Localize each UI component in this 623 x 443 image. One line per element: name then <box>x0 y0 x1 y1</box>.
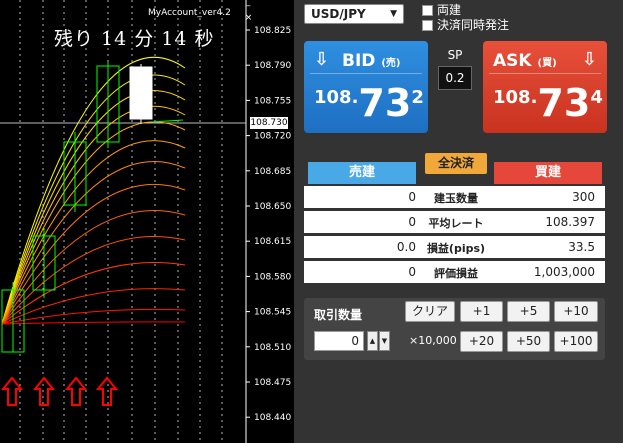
add-20-button[interactable]: +20 <box>460 331 503 352</box>
sell-value: 0 <box>408 265 416 279</box>
add-100-button[interactable]: +100 <box>554 331 598 352</box>
add-50-button[interactable]: +50 <box>507 331 550 352</box>
ma-line <box>1 262 186 325</box>
up-arrow-icon <box>0 376 24 406</box>
simultaneous-order-checkbox[interactable]: 決済同時発注 <box>422 16 509 33</box>
trade-panel: USD/JPY ▼ 両建 決済同時発注 ⇩ BID (売) 108.732 SP… <box>294 0 623 443</box>
buy-value: 1,003,000 <box>533 265 595 279</box>
up-arrow-icon <box>95 376 119 406</box>
buy-value: 300 <box>572 190 595 204</box>
ask-button[interactable]: ASK (買) ⇩ 108.734 <box>483 41 607 133</box>
y-tick-label: 108.755 <box>254 96 291 106</box>
up-arrow-icon <box>64 376 88 406</box>
position-row: 0 評価損益 1,003,000 <box>304 261 605 283</box>
chart-canvas: 108.825 108.790 108.755 108.720 108.685 108.6… <box>0 0 291 443</box>
bid-price: 108.732 <box>314 81 424 125</box>
ma-line <box>1 321 186 325</box>
clear-button[interactable]: クリア <box>405 301 455 322</box>
arrow-down-icon: ⇩ <box>581 49 597 70</box>
ask-price: 108.734 <box>493 81 603 125</box>
close-all-button[interactable]: 全決済 <box>425 153 487 174</box>
sell-value: 0 <box>408 215 416 229</box>
y-tick-label: 108.615 <box>254 237 291 247</box>
ma-line <box>1 140 186 325</box>
current-price-tag: 108.730 <box>250 117 288 129</box>
close-icon[interactable]: × <box>244 14 253 23</box>
position-row: 0 建玉数量 300 <box>304 186 605 208</box>
quantity-label: 取引数量 <box>314 308 363 322</box>
spread-value: 0.2 <box>438 66 472 90</box>
currency-pair-select[interactable]: USD/JPY ▼ <box>304 4 404 24</box>
y-tick-label: 108.510 <box>254 343 291 353</box>
currency-pair-value: USD/JPY <box>311 7 366 21</box>
price-chart: 108.825 108.790 108.755 108.720 108.685 108.6… <box>0 0 294 443</box>
remaining-time: 残り 14 分 14 秒 <box>54 28 215 50</box>
sell-position-tab[interactable]: 売建 <box>308 162 416 184</box>
chevron-down-icon: ▼ <box>390 9 397 19</box>
bid-header: ⇩ BID (売) <box>310 47 422 74</box>
simultaneous-order-label: 決済同時発注 <box>437 18 510 32</box>
y-tick-label: 108.685 <box>254 167 291 177</box>
y-tick-label: 108.440 <box>254 413 291 423</box>
y-tick-label: 108.790 <box>254 61 291 71</box>
bid-button[interactable]: ⇩ BID (売) 108.732 <box>304 41 428 133</box>
ma-line <box>1 105 186 325</box>
account-label: MyAccount_ver4.2 <box>148 8 231 18</box>
sell-value: 0 <box>408 190 416 204</box>
row-label: 評価損益 <box>434 267 478 280</box>
position-row: 0 平均レート 108.397 <box>304 211 605 233</box>
row-label: 損益(pips) <box>426 242 486 255</box>
add-1-button[interactable]: +1 <box>460 301 503 322</box>
decrement-icon[interactable]: ▼ <box>379 331 390 351</box>
hedge-label: 両建 <box>437 3 462 17</box>
checkbox-icon <box>422 20 433 31</box>
quantity-section: 取引数量 0 ▲ ▼ ×10,000 クリア +1 +5 +10 +20 +50… <box>304 298 605 360</box>
y-tick-label: 108.475 <box>254 378 291 388</box>
ma-line <box>1 236 186 325</box>
row-label: 建玉数量 <box>434 192 478 205</box>
ma-line <box>1 57 186 325</box>
position-row: 0.0 損益(pips) 33.5 <box>304 236 605 258</box>
up-arrow-icon <box>32 376 56 406</box>
sell-value: 0.0 <box>396 240 416 254</box>
buy-value: 33.5 <box>568 240 595 254</box>
y-tick-label: 108.545 <box>254 308 291 318</box>
buy-position-tab[interactable]: 買建 <box>494 162 602 184</box>
quantity-unit: ×10,000 <box>409 334 457 347</box>
row-label: 平均レート <box>428 217 484 230</box>
spread-label: SP <box>447 48 463 62</box>
add-10-button[interactable]: +10 <box>554 301 598 322</box>
ask-header: ASK (買) ⇩ <box>489 47 601 74</box>
increment-icon[interactable]: ▲ <box>367 331 378 351</box>
arrow-down-icon: ⇩ <box>314 49 330 70</box>
ask-label: ASK (買) <box>493 51 557 71</box>
minimize-icon[interactable]: – <box>244 2 253 11</box>
y-tick-label: 108.650 <box>254 202 291 212</box>
checkbox-icon <box>422 5 433 16</box>
ma-line <box>1 210 186 325</box>
add-5-button[interactable]: +5 <box>507 301 550 322</box>
current-candle <box>129 66 153 120</box>
quantity-input[interactable]: 0 <box>314 331 364 351</box>
y-tick-label: 108.580 <box>254 272 291 282</box>
y-tick-label: 108.825 <box>254 26 291 36</box>
buy-value: 108.397 <box>545 215 595 229</box>
bid-label: BID (売) <box>342 51 401 71</box>
y-tick-label: 108.720 <box>254 132 291 142</box>
